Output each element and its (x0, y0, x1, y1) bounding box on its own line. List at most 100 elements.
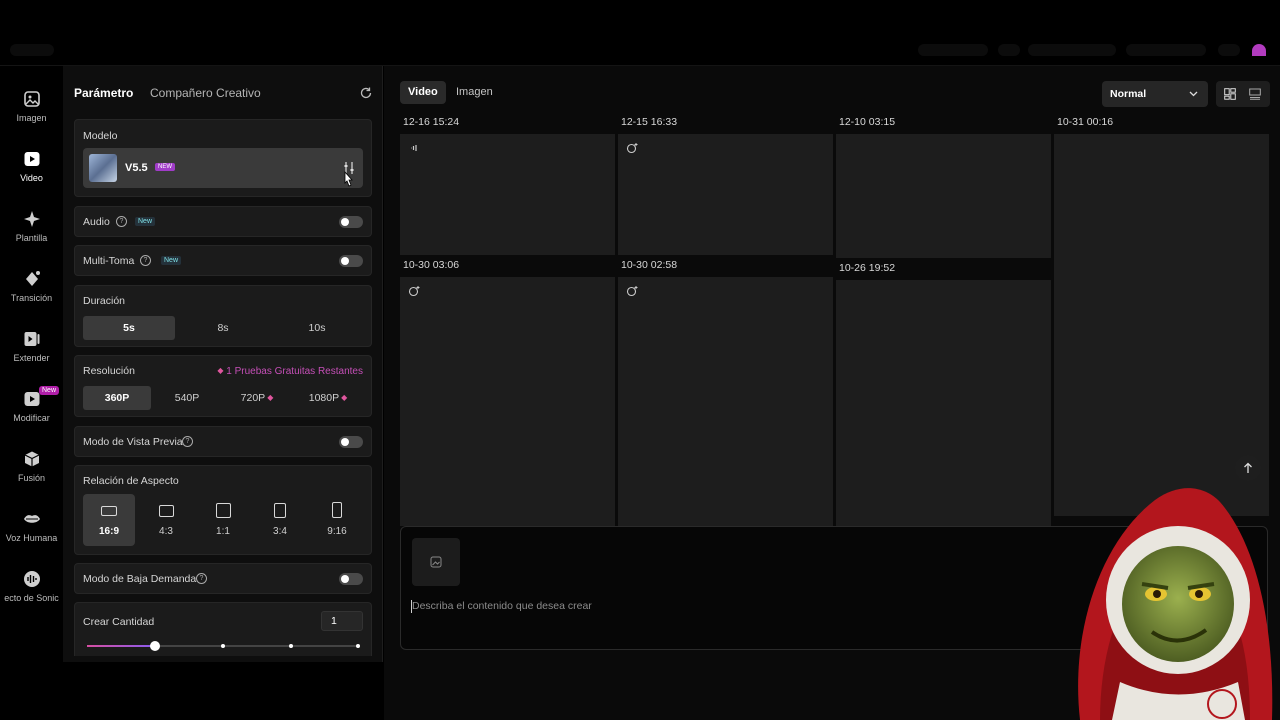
free-trials-note: ◆ 1 Pruebas Gratuitas Restantes (215, 366, 363, 377)
chevron-down-icon (1189, 91, 1198, 97)
extend-icon (24, 332, 39, 346)
duration-title: Duración (83, 295, 126, 307)
sparkle-icon (23, 211, 40, 227)
top-bar (0, 0, 1280, 66)
aspect-option-4-3[interactable]: 4:3 (140, 494, 192, 546)
aspect-option-9-16[interactable]: 9:16 (311, 494, 363, 546)
model-title: Modelo (83, 130, 118, 142)
new-badge: New (39, 386, 60, 395)
video-timestamp: 12-10 03:15 (839, 116, 896, 128)
topbar-button[interactable] (1028, 44, 1116, 56)
prompt-input[interactable]: Describa el contenido que desea crear (412, 600, 592, 612)
help-icon[interactable]: ? (140, 255, 151, 266)
scroll-top-button[interactable] (1235, 455, 1261, 481)
model-selector[interactable]: V5.5 NEW (83, 148, 363, 188)
duration-segmented: 5s 8s 10s (83, 316, 363, 340)
new-badge: NEW (155, 163, 175, 171)
video-timestamp: 12-16 15:24 (403, 116, 460, 128)
tab-creative-companion[interactable]: Compañero Creativo (150, 86, 261, 100)
topbar-icon[interactable] (998, 44, 1020, 56)
slider-tick (356, 644, 360, 648)
gem-icon: ◆ (217, 366, 224, 375)
quantity-input[interactable]: 1 (321, 611, 363, 631)
rail-label: ecto de Sonic (4, 593, 59, 603)
rail-item-modify[interactable]: New Modificar (0, 386, 63, 442)
aspect-label: 3:4 (273, 526, 287, 537)
logo-fragment (10, 44, 54, 56)
rail-item-sound-effect[interactable]: ecto de Sonic (0, 566, 63, 622)
resolution-segmented: 360P 540P 720P ◆ 1080P ◆ (83, 386, 363, 410)
duration-option-10s[interactable]: 10s (271, 316, 363, 340)
multishot-label: Multi-Toma (83, 255, 135, 267)
video-thumbnail[interactable] (1054, 134, 1269, 516)
topbar-icon[interactable] (1218, 44, 1240, 56)
image-upload-button[interactable] (412, 538, 460, 586)
aspect-label: 16:9 (98, 526, 119, 537)
rail-item-fusion[interactable]: Fusión (0, 446, 63, 502)
aspect-option-3-4[interactable]: 3:4 (254, 494, 306, 546)
video-thumbnail[interactable] (400, 277, 615, 526)
audio-wave-icon (411, 145, 417, 151)
avatar[interactable] (1252, 44, 1266, 56)
audio-label: Audio (83, 216, 110, 228)
rail-label: Modificar (13, 413, 50, 423)
sort-select-value: Normal (1110, 88, 1147, 100)
preview-mode-toggle[interactable] (339, 436, 363, 448)
aspect-label: 1:1 (216, 526, 230, 537)
effect-icon (626, 143, 638, 154)
list-view-icon[interactable] (1249, 88, 1261, 100)
video-thumbnail[interactable] (618, 277, 833, 526)
transition-icon (25, 271, 40, 286)
aspect-option-1-1[interactable]: 1:1 (197, 494, 249, 546)
refresh-icon[interactable] (359, 86, 373, 100)
help-icon[interactable]: ? (116, 216, 127, 227)
rail-item-image[interactable]: Imagen (0, 86, 63, 142)
video-thumbnail[interactable] (618, 134, 833, 255)
slider-handle[interactable] (150, 641, 160, 651)
resolution-title: Resolución (83, 365, 135, 377)
cube-icon (24, 451, 39, 467)
tab-video[interactable]: Video (400, 81, 446, 104)
rail-item-voice[interactable]: Voz Humana (0, 506, 63, 562)
video-thumbnail[interactable] (836, 134, 1051, 258)
topbar-button[interactable] (918, 44, 988, 56)
resolution-option-1080p[interactable]: 1080P ◆ (293, 386, 363, 410)
grid-view-icon[interactable] (1224, 88, 1236, 100)
topbar-button[interactable] (1126, 44, 1206, 56)
duration-option-5s[interactable]: 5s (83, 316, 175, 340)
audio-toggle[interactable] (339, 216, 363, 228)
slider-fill (87, 645, 155, 647)
aspect-option-16-9[interactable]: 16:9 (83, 494, 135, 546)
low-demand-toggle[interactable] (339, 573, 363, 585)
rail-item-transition[interactable]: Transición (0, 266, 63, 322)
rail-item-video[interactable]: Video (0, 146, 63, 202)
model-name: V5.5 (125, 162, 148, 174)
tab-parameters[interactable]: Parámetro (74, 86, 133, 100)
presenter-character-overlay (1078, 488, 1273, 720)
resolution-card: Resolución ◆ 1 Pruebas Gratuitas Restant… (74, 355, 372, 417)
ratio-shape-icon (101, 506, 117, 516)
resolution-option-540p[interactable]: 540P (153, 386, 221, 410)
rail-item-extend[interactable]: Extender (0, 326, 63, 382)
effect-icon (626, 286, 638, 297)
sort-select[interactable]: Normal (1102, 81, 1208, 107)
resolution-label: 720P (240, 392, 266, 404)
tab-image[interactable]: Imagen (448, 81, 501, 104)
sound-icon (23, 571, 40, 587)
rail-label: Plantilla (15, 233, 48, 243)
ratio-shape-icon (216, 503, 231, 518)
help-icon[interactable]: ? (196, 573, 207, 584)
video-thumbnail[interactable] (400, 134, 615, 255)
resolution-option-720p[interactable]: 720P ◆ (223, 386, 291, 410)
slider-tick (221, 644, 225, 648)
rail-item-template[interactable]: Plantilla (0, 206, 63, 262)
resolution-option-360p[interactable]: 360P (83, 386, 151, 410)
duration-option-8s[interactable]: 8s (177, 316, 269, 340)
video-thumbnail[interactable] (836, 280, 1051, 526)
gem-icon: ◆ (267, 393, 274, 402)
quantity-slider[interactable] (87, 641, 360, 651)
multishot-toggle[interactable] (339, 255, 363, 267)
add-image-icon (430, 556, 442, 568)
lips-icon (23, 515, 40, 523)
help-icon[interactable]: ? (182, 436, 193, 447)
